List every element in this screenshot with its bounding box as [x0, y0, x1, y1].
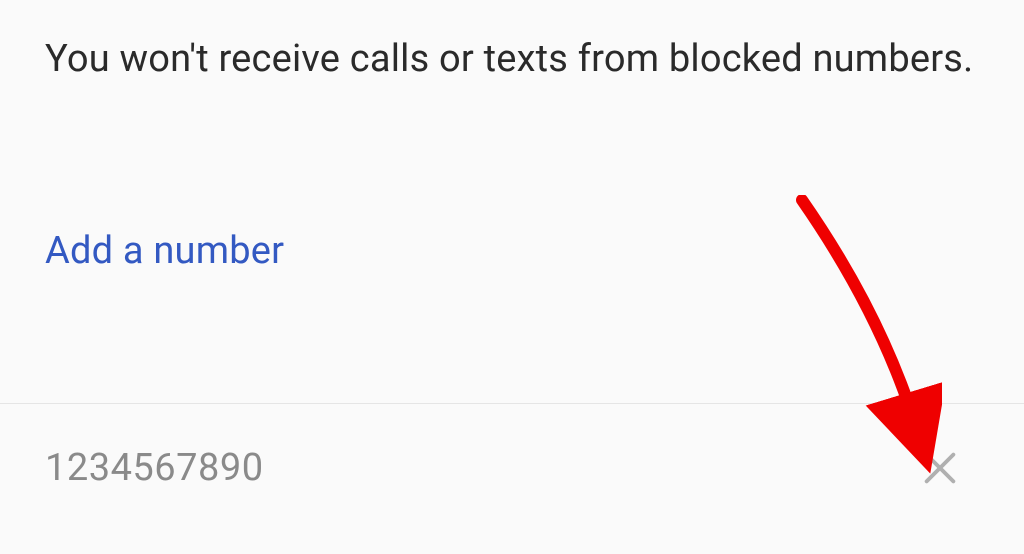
add-number-link[interactable]: Add a number	[45, 229, 284, 273]
blocked-numbers-panel: You won't receive calls or texts from bl…	[0, 0, 1024, 554]
description-text: You won't receive calls or texts from bl…	[45, 30, 979, 89]
divider	[0, 403, 1024, 404]
phone-number-text: 1234567890	[45, 446, 264, 490]
annotation-arrow-icon	[772, 195, 942, 475]
close-icon	[919, 447, 961, 489]
blocked-number-row: 1234567890	[45, 439, 979, 497]
remove-number-button[interactable]	[911, 439, 969, 497]
